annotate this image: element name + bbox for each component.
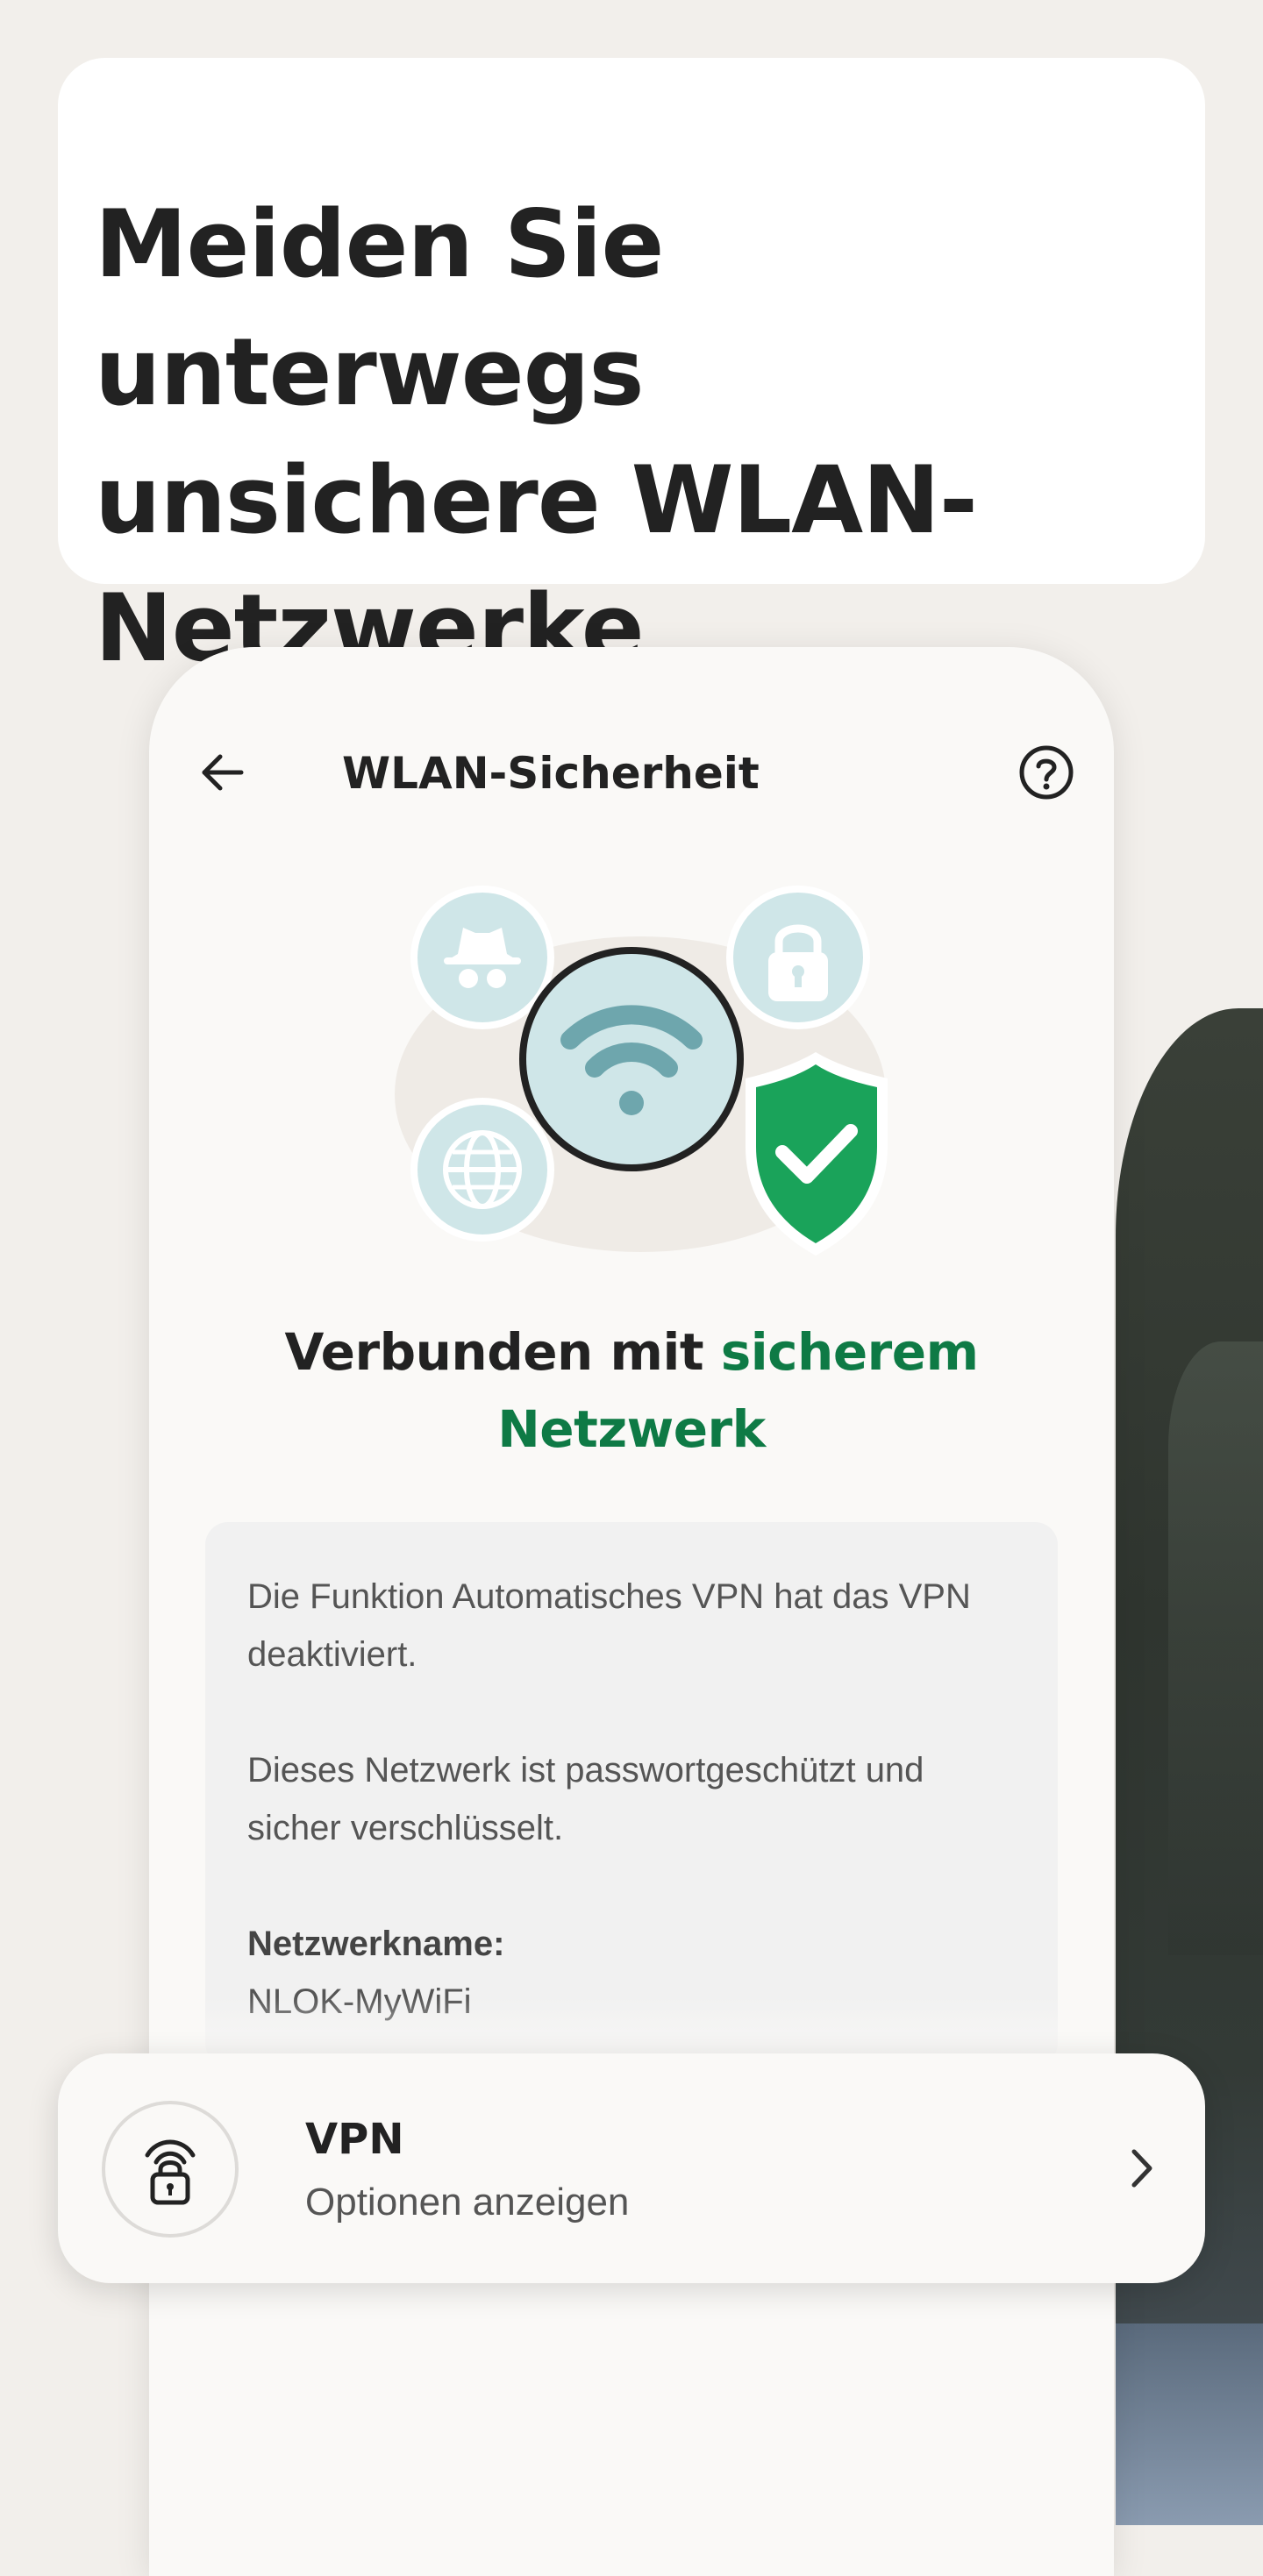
info-paragraph-vpn: Die Funktion Automatisches VPN hat das V… (247, 1577, 971, 1674)
network-info-box: Die Funktion Automatisches VPN hat das V… (205, 1522, 1058, 2066)
chevron-right-icon (1131, 2149, 1152, 2188)
status-prefix: Verbunden mit (284, 1322, 721, 1382)
help-button[interactable] (1017, 744, 1075, 801)
app-header: WLAN-Sicherheit (149, 726, 1114, 814)
vpn-lock-icon (145, 2139, 196, 2205)
question-circle-icon (1019, 745, 1074, 800)
globe-icon (410, 1098, 554, 1242)
back-button[interactable] (193, 744, 251, 801)
headline-card: Meiden Sie unterwegs unsichere WLAN-Netz… (58, 58, 1205, 682)
headline-text: Meiden Sie unterwegs unsichere WLAN-Netz… (95, 190, 978, 682)
arrow-left-icon (202, 754, 244, 791)
vpn-icon-circle (102, 2101, 239, 2238)
wifi-icon (519, 947, 744, 1171)
lock-icon (726, 886, 870, 1029)
vpn-options-card[interactable]: VPN Optionen anzeigen (58, 2053, 1205, 2283)
vpn-subtitle: Optionen anzeigen (305, 2181, 630, 2224)
wifi-security-illustration (395, 886, 888, 1256)
background-person-photo (1116, 1008, 1263, 2525)
vpn-chevron-button[interactable] (1110, 2138, 1172, 2199)
network-name-label: Netzwerkname: (247, 1925, 505, 1963)
vpn-title: VPN (305, 2115, 404, 2164)
incognito-icon (410, 886, 554, 1029)
connection-status-title: Verbunden mit sicherem Netzwerk (202, 1313, 1061, 1468)
page-title: WLAN-Sicherheit (342, 748, 760, 799)
info-paragraph-security: Dieses Netzwerk ist passwortgeschützt un… (247, 1751, 924, 1847)
phone-screen: WLAN-Sicherheit Verbunden mit sicherem N… (149, 647, 1114, 2576)
